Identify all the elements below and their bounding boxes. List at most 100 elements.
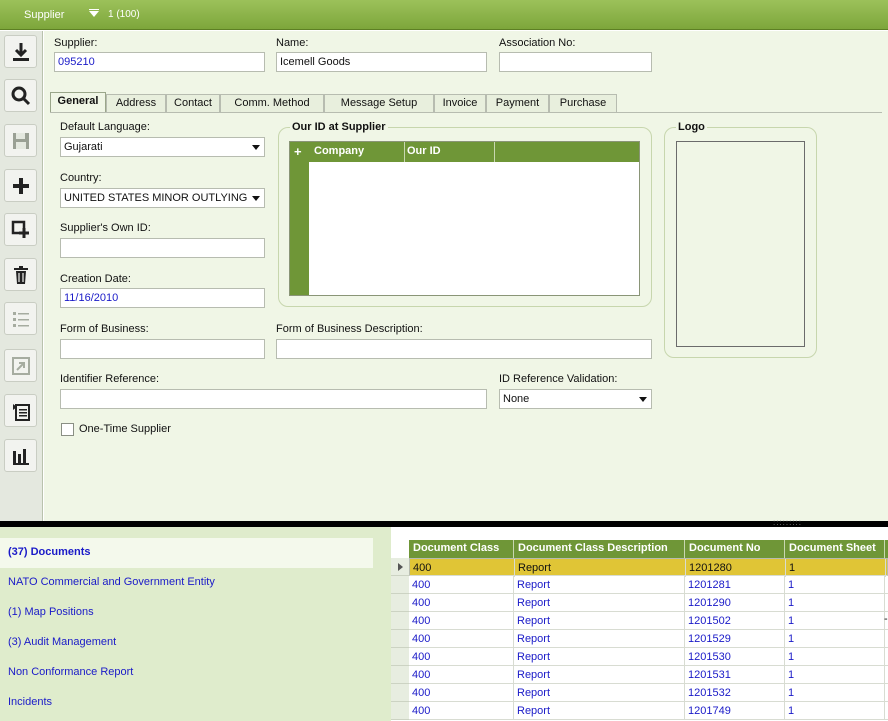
table-cell[interactable]: 400: [409, 612, 514, 630]
table-cell[interactable]: Report: [514, 576, 685, 594]
name-field[interactable]: Icemell Goods: [276, 52, 487, 72]
table-row[interactable]: 400 Report 1201290 1: [409, 594, 888, 612]
table-row[interactable]: 400 Report 1201530 1: [409, 648, 888, 666]
table-cell[interactable]: 1201290: [685, 594, 785, 612]
save-icon[interactable]: [4, 35, 37, 68]
delete-icon[interactable]: [4, 258, 37, 291]
table-cell[interactable]: 400: [409, 684, 514, 702]
column-document-sheet[interactable]: Document Sheet: [785, 540, 885, 558]
own-id-field[interactable]: [60, 238, 265, 258]
nav-item-map-positions[interactable]: (1) Map Positions: [0, 598, 373, 628]
country-select[interactable]: UNITED STATES MINOR OUTLYING: [60, 188, 265, 208]
dropdown-arrow-icon[interactable]: [252, 196, 260, 201]
nav-item-non-conformance[interactable]: Non Conformance Report: [0, 658, 373, 688]
tab-address[interactable]: Address: [106, 94, 166, 112]
table-cell[interactable]: 1: [785, 594, 885, 612]
table-row[interactable]: 400 Report 1201529 1: [409, 630, 888, 648]
table-cell[interactable]: 1201281: [685, 576, 785, 594]
add-row-icon[interactable]: +: [294, 144, 302, 159]
row-selector[interactable]: [391, 594, 409, 612]
row-selector[interactable]: [391, 702, 409, 720]
table-cell[interactable]: 400: [409, 648, 514, 666]
column-document-no[interactable]: Document No: [685, 540, 785, 558]
tab-payment[interactable]: Payment: [486, 94, 549, 112]
tab-comm-method[interactable]: Comm. Method: [220, 94, 324, 112]
table-cell[interactable]: 400: [409, 576, 514, 594]
list-icon[interactable]: [4, 302, 37, 335]
row-selector[interactable]: [391, 612, 409, 630]
table-cell[interactable]: Report: [514, 648, 685, 666]
table-cell[interactable]: 1201749: [685, 702, 785, 720]
bar-chart-icon[interactable]: [4, 439, 37, 472]
table-cell[interactable]: Report: [514, 702, 685, 720]
table-cell[interactable]: 1: [785, 630, 885, 648]
association-field[interactable]: [499, 52, 652, 72]
id-ref-validation-select[interactable]: None: [499, 389, 652, 409]
nav-item-documents[interactable]: (37) Documents: [0, 538, 373, 568]
identifier-ref-field[interactable]: [60, 389, 487, 409]
table-cell[interactable]: 1201531: [685, 666, 785, 684]
duplicate-icon[interactable]: [4, 213, 37, 246]
table-cell[interactable]: 1: [785, 684, 885, 702]
form-of-business-desc-field[interactable]: [276, 339, 652, 359]
table-row[interactable]: 400 Report 1201502 1: [409, 612, 888, 630]
table-cell[interactable]: 400: [409, 702, 514, 720]
dropdown-arrow-icon[interactable]: [252, 145, 260, 150]
dropdown-arrow-icon[interactable]: [639, 397, 647, 402]
row-selector[interactable]: [391, 666, 409, 684]
table-row[interactable]: 400 Report 1201280 1: [409, 558, 888, 577]
column-document-class-desc[interactable]: Document Class Description: [514, 540, 685, 558]
row-selector[interactable]: [391, 630, 409, 648]
add-icon[interactable]: [4, 169, 37, 202]
table-cell[interactable]: Report: [515, 559, 686, 577]
one-time-supplier-checkbox[interactable]: [61, 423, 74, 436]
table-cell[interactable]: Report: [514, 612, 685, 630]
tab-contact[interactable]: Contact: [166, 94, 220, 112]
table-cell[interactable]: 1: [785, 612, 885, 630]
tab-invoice[interactable]: Invoice: [434, 94, 486, 112]
creation-date-field[interactable]: 11/16/2010: [60, 288, 265, 308]
table-row[interactable]: 400 Report 1201749 1: [409, 702, 888, 720]
supplier-field[interactable]: 095210: [54, 52, 265, 72]
row-selector[interactable]: [391, 684, 409, 702]
table-cell[interactable]: 1: [785, 576, 885, 594]
row-selector[interactable]: [391, 648, 409, 666]
search-icon[interactable]: [4, 79, 37, 112]
table-row[interactable]: 400 Report 1201532 1: [409, 684, 888, 702]
default-language-select[interactable]: Gujarati: [60, 137, 265, 157]
table-cell[interactable]: 1201532: [685, 684, 785, 702]
nav-item-audit-management[interactable]: (3) Audit Management: [0, 628, 373, 658]
tab-general[interactable]: General: [50, 92, 106, 113]
table-cell[interactable]: 1: [785, 648, 885, 666]
table-cell[interactable]: 1: [785, 666, 885, 684]
column-company[interactable]: Company: [314, 145, 364, 157]
table-row[interactable]: 400 Report 1201281 1: [409, 576, 888, 594]
resize-icon[interactable]: [4, 349, 37, 382]
tab-purchase[interactable]: Purchase: [549, 94, 617, 112]
table-cell[interactable]: 1201280: [686, 559, 786, 577]
table-cell[interactable]: 1201529: [685, 630, 785, 648]
disk-icon[interactable]: [4, 124, 37, 157]
table-cell[interactable]: 400: [409, 630, 514, 648]
table-cell[interactable]: 400: [409, 666, 514, 684]
table-cell[interactable]: Report: [514, 684, 685, 702]
table-cell[interactable]: 1: [786, 559, 886, 577]
table-cell[interactable]: 1201502: [685, 612, 785, 630]
table-cell[interactable]: Report: [514, 630, 685, 648]
table-cell[interactable]: 400: [409, 594, 514, 612]
column-document-class[interactable]: Document Class: [409, 540, 514, 558]
splitter-grip-icon[interactable]: :::::::::: [773, 518, 802, 527]
form-of-business-field[interactable]: [60, 339, 265, 359]
table-cell[interactable]: 400: [410, 559, 515, 577]
table-cell[interactable]: Report: [514, 594, 685, 612]
table-cell[interactable]: 1201530: [685, 648, 785, 666]
column-our-id[interactable]: Our ID: [407, 145, 441, 157]
row-selector[interactable]: [391, 576, 409, 594]
record-navigator[interactable]: 1 (100): [108, 9, 140, 20]
table-row[interactable]: 400 Report 1201531 1: [409, 666, 888, 684]
table-cell[interactable]: 1: [785, 702, 885, 720]
nav-item-nato-cage[interactable]: NATO Commercial and Government Entity: [0, 568, 373, 598]
tab-message-setup[interactable]: Message Setup: [324, 94, 434, 112]
row-selector[interactable]: [391, 558, 409, 576]
record-menu-icon[interactable]: [89, 11, 99, 17]
